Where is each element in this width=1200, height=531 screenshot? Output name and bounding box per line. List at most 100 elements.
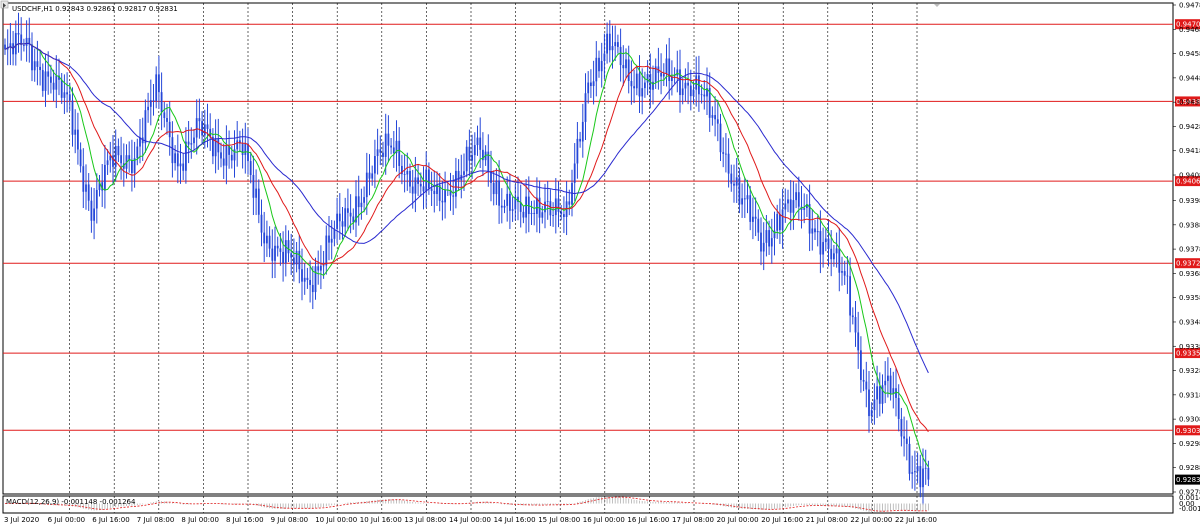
price-tick-label: 0.92880 <box>1179 464 1200 472</box>
time-tick-label: 20 Jul 00:00 <box>717 516 759 524</box>
candle-body <box>781 209 784 231</box>
candle-body <box>830 248 833 260</box>
candle-body <box>465 146 468 172</box>
candle-body <box>77 129 79 150</box>
candle-body <box>104 164 106 191</box>
candle-body <box>660 72 662 77</box>
candle-body <box>271 248 274 261</box>
time-tick-label: 16 Jul 16:00 <box>627 516 669 524</box>
candle-body <box>662 73 665 77</box>
candle-body <box>268 235 271 249</box>
candle-body <box>317 266 320 271</box>
candle-body <box>171 137 174 164</box>
candle-body <box>41 70 44 91</box>
horizontal-level-tag-label: 0.93034 <box>1176 427 1200 435</box>
candle-body <box>403 174 406 175</box>
candle-body <box>144 110 147 144</box>
candle-body <box>914 471 916 473</box>
candle-body <box>635 73 638 89</box>
candle-body <box>892 388 895 394</box>
candle-body <box>857 332 860 351</box>
candle-body <box>522 211 525 218</box>
candle-body <box>320 265 322 271</box>
candle-body <box>168 121 171 138</box>
price-tick-label: 0.93480 <box>1179 318 1200 326</box>
candle-body <box>39 66 41 71</box>
candle-body <box>330 238 333 243</box>
candle-body <box>360 202 363 208</box>
candle-body <box>90 200 93 221</box>
candle-body <box>382 152 384 157</box>
candle-body <box>903 436 905 439</box>
candle-body <box>176 153 179 167</box>
candle-body <box>368 172 371 179</box>
candle-body <box>87 184 90 201</box>
candle-body <box>511 209 514 211</box>
moving-averages <box>4 42 929 468</box>
price-tick-label: 0.93180 <box>1179 391 1200 399</box>
candle-body <box>409 170 411 187</box>
candle-body <box>600 61 603 72</box>
candle-body <box>498 180 500 206</box>
candle-body <box>581 121 584 142</box>
time-tick-label: 8 Jul 00:00 <box>181 516 219 524</box>
candle-body <box>163 112 166 119</box>
candle-body <box>379 149 382 153</box>
candle-body <box>827 238 830 249</box>
candle-body <box>193 137 195 144</box>
candle-body <box>684 82 687 89</box>
candle-body <box>833 253 835 260</box>
candle-body <box>441 200 444 203</box>
candle-body <box>260 214 263 233</box>
candle-body <box>66 92 68 95</box>
candle-body <box>563 214 565 217</box>
candle-body <box>279 248 282 252</box>
candle-body <box>430 188 433 191</box>
candle-body <box>544 201 546 213</box>
candle-body <box>911 472 914 474</box>
candle-body <box>568 201 571 205</box>
candle-body <box>765 230 768 243</box>
chart-svg[interactable]: 0.947060.943880.940600.937220.933520.930… <box>0 0 1200 527</box>
price-tick-label: 0.94785 <box>1179 2 1200 10</box>
candle-body <box>611 46 614 51</box>
price-tick-label: 0.93780 <box>1179 246 1200 254</box>
candle-body <box>306 277 309 280</box>
chart-shift-marker-icon <box>934 4 940 7</box>
price-tick-label: 0.94685 <box>1179 26 1200 34</box>
candle-body <box>309 279 311 285</box>
candle-body <box>922 468 924 488</box>
time-tick-label: 3 Jul 2020 <box>4 516 39 524</box>
time-tick-label: 14 Jul 00:00 <box>449 516 491 524</box>
candle-body <box>257 188 260 215</box>
candle-body <box>290 253 293 258</box>
candle-body <box>598 57 600 72</box>
chart-window[interactable]: 0.947060.943880.940600.937220.933520.930… <box>0 0 1200 527</box>
candlesticks <box>4 12 930 506</box>
time-axis: 3 Jul 2020 6 Jul 00:00 6 Jul 16:00 7 Jul 08… <box>4 516 937 524</box>
candle-body <box>301 269 303 282</box>
candle-body <box>249 161 252 175</box>
candle-body <box>722 152 725 154</box>
candle-body <box>876 386 878 400</box>
candle-body <box>779 213 781 231</box>
price-tick-label: 0.94185 <box>1179 147 1200 155</box>
candle-body <box>311 284 314 293</box>
price-tick-label: 0.93680 <box>1179 270 1200 278</box>
candle-body <box>762 242 765 252</box>
time-tick-label: 17 Jul 08:00 <box>672 516 714 524</box>
time-tick-label: 8 Jul 16:00 <box>226 516 264 524</box>
candle-body <box>509 193 511 211</box>
candle-body <box>476 137 479 146</box>
candle-body <box>220 152 222 159</box>
candle-body <box>587 82 590 94</box>
time-tick-label: 6 Jul 00:00 <box>48 516 86 524</box>
candle-body <box>878 386 881 404</box>
candle-body <box>398 140 401 166</box>
candle-body <box>884 380 887 386</box>
candle-body <box>584 93 587 122</box>
candle-body <box>770 238 773 247</box>
candle-body <box>31 44 33 71</box>
horizontal-level-tag-label: 0.93722 <box>1176 260 1200 268</box>
candle-body <box>865 381 868 390</box>
